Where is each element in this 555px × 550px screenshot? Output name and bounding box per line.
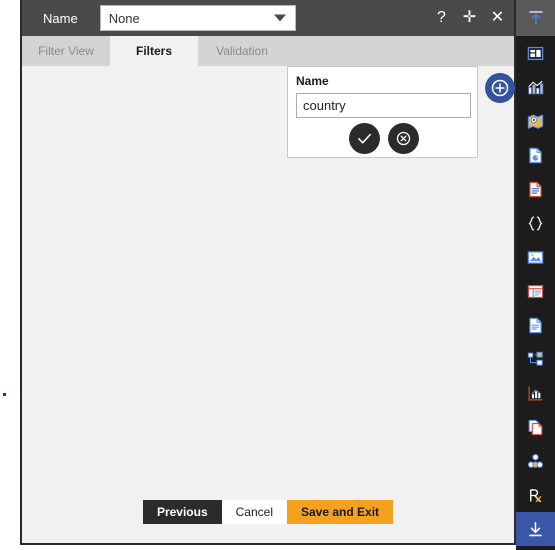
- popup-name-label: Name: [296, 74, 329, 88]
- artifact-dot: [3, 393, 6, 396]
- tab-filter-view[interactable]: Filter View: [22, 36, 110, 66]
- popup-button-group: [288, 123, 479, 154]
- page-icon[interactable]: [516, 308, 555, 342]
- cancel-circle-icon: [396, 131, 410, 146]
- line-chart-icon[interactable]: [516, 376, 555, 410]
- dialog-content-area: Name: [22, 66, 515, 481]
- download-icon[interactable]: [516, 512, 555, 546]
- cancel-button[interactable]: Cancel: [221, 500, 287, 524]
- filter-name-input[interactable]: [296, 93, 471, 118]
- confirm-button[interactable]: [348, 123, 380, 154]
- chevron-down-icon: [273, 14, 286, 22]
- titlebar-icon-group: ? ✛ ✕: [433, 0, 506, 36]
- help-icon[interactable]: ?: [433, 8, 450, 28]
- table-layout-icon[interactable]: [516, 274, 555, 308]
- name-entry-popup: Name: [287, 66, 478, 158]
- dashboard-icon[interactable]: [516, 36, 555, 70]
- plus-circle-icon: [491, 79, 509, 97]
- name-select-value: None: [108, 10, 140, 26]
- right-tool-sidebar: [516, 0, 555, 550]
- code-braces-icon[interactable]: [516, 206, 555, 240]
- molecule-icon[interactable]: [516, 444, 555, 478]
- hierarchy-icon[interactable]: [516, 342, 555, 376]
- prescription-rx-icon[interactable]: [516, 478, 555, 512]
- move-icon[interactable]: ✛: [461, 8, 478, 28]
- name-label: Name: [43, 10, 78, 26]
- tab-validation[interactable]: Validation: [198, 36, 286, 66]
- filter-dialog-window: Name None ? ✛ ✕ Filter View Filters Vali…: [20, 0, 516, 545]
- name-select[interactable]: None: [99, 5, 296, 31]
- dialog-titlebar: Name None ? ✛ ✕: [22, 0, 514, 36]
- image-icon[interactable]: [516, 240, 555, 274]
- collapse-up-icon[interactable]: [516, 0, 555, 36]
- check-icon: [357, 133, 371, 144]
- previous-button[interactable]: Previous: [142, 500, 222, 524]
- app-root: Name None ? ✛ ✕ Filter View Filters Vali…: [0, 0, 555, 550]
- copy-pages-icon[interactable]: [516, 410, 555, 444]
- close-icon[interactable]: ✕: [489, 8, 506, 28]
- report-document-icon[interactable]: [516, 138, 555, 172]
- arrow-up-bar-icon: [528, 11, 543, 25]
- add-filter-button[interactable]: [485, 73, 515, 103]
- cancel-entry-button[interactable]: [387, 123, 419, 154]
- text-document-icon[interactable]: [516, 172, 555, 206]
- tab-strip: Filter View Filters Validation: [22, 36, 514, 66]
- save-and-exit-button[interactable]: Save and Exit: [287, 500, 394, 524]
- dialog-button-bar: Previous Cancel Save and Exit: [22, 481, 514, 543]
- map-icon[interactable]: [516, 104, 555, 138]
- tab-filters[interactable]: Filters: [110, 36, 198, 66]
- bar-chart-icon[interactable]: [516, 70, 555, 104]
